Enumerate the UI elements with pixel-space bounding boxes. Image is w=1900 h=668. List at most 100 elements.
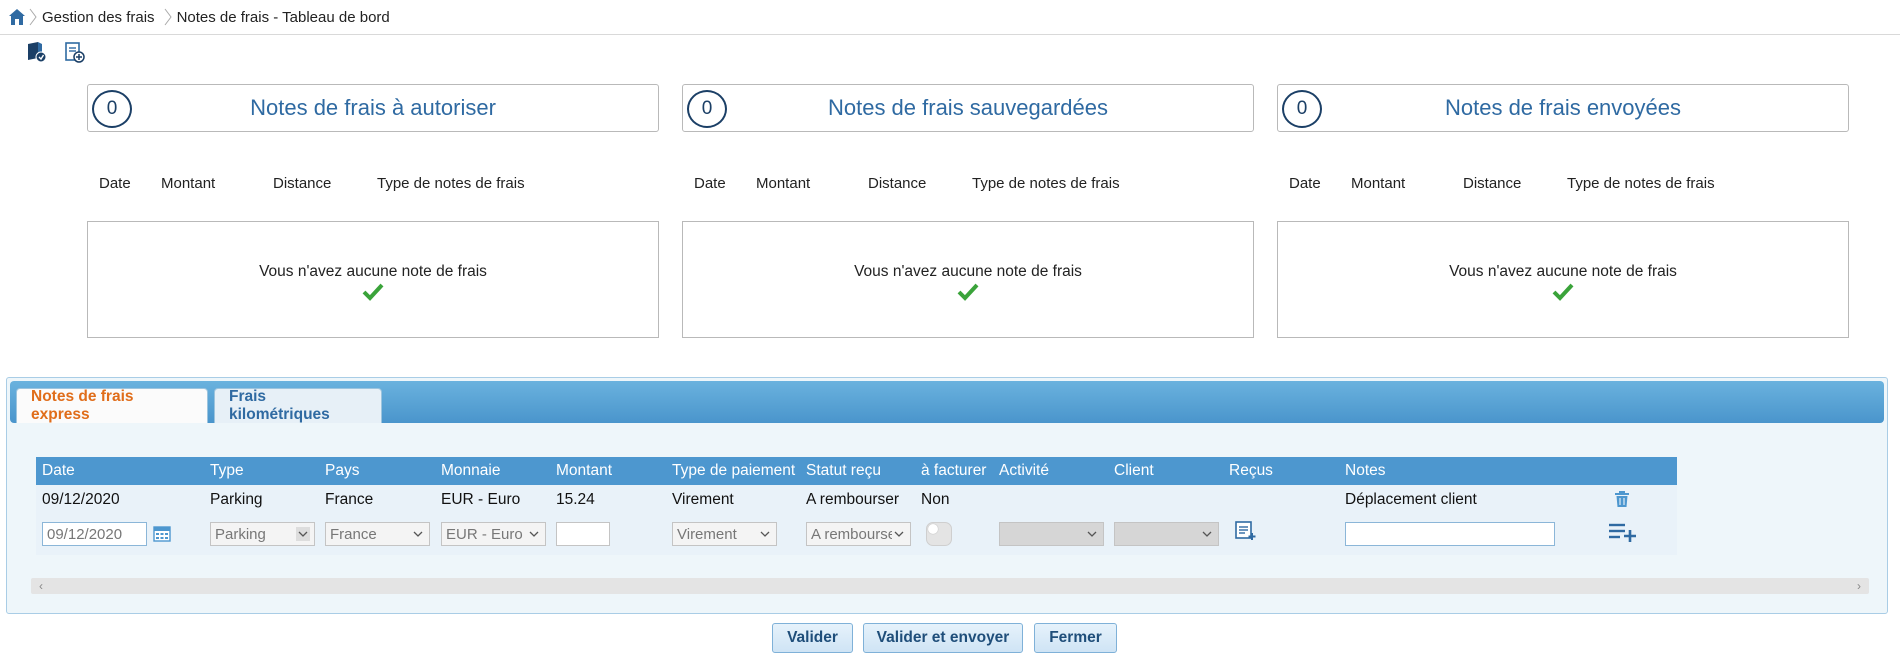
empty-state: Vous n'avez aucune note de frais (682, 221, 1254, 338)
column-header-distance: Distance (868, 175, 927, 192)
card-columns: Date Montant Distance Type de notes de f… (682, 175, 1254, 197)
empty-message: Vous n'avez aucune note de frais (1449, 262, 1677, 280)
card-columns: Date Montant Distance Type de notes de f… (87, 175, 659, 197)
column-header-date: Date (1289, 175, 1321, 192)
client-select[interactable] (1114, 522, 1219, 546)
valider-button[interactable]: Valider (772, 623, 853, 653)
cell-notes: Déplacement client (1345, 491, 1477, 508)
card-header[interactable]: 0 Notes de frais à autoriser (87, 84, 659, 132)
add-receipt-icon[interactable] (1235, 521, 1257, 545)
cell-pays: France (325, 491, 374, 508)
pays-select-value: France (330, 525, 377, 543)
column-header-type: Type de notes de frais (1567, 175, 1715, 192)
cell-type-paiement: Virement (672, 491, 734, 508)
chevron-down-icon (1202, 531, 1212, 537)
grid-header-monnaie[interactable]: Monnaie (441, 457, 500, 485)
type-paiement-select-value: Virement (677, 525, 737, 543)
notes-input[interactable] (1345, 522, 1555, 546)
column-header-montant: Montant (756, 175, 811, 192)
monnaie-select-value: EUR - Euro (446, 525, 523, 543)
scroll-right-icon[interactable]: › (1851, 578, 1867, 594)
breadcrumb: Gestion des frais Notes de frais - Table… (0, 0, 1900, 35)
card-title: Notes de frais sauvegardées (827, 95, 1109, 120)
cell-type: Parking (210, 491, 263, 508)
grid-header-type[interactable]: Type (210, 457, 244, 485)
type-paiement-select[interactable]: Virement (672, 522, 777, 546)
valider-envoyer-button[interactable]: Valider et envoyer (863, 623, 1023, 653)
check-icon (362, 283, 384, 305)
card-title: Notes de frais envoyées (1444, 95, 1682, 120)
type-select[interactable]: Parking (210, 522, 315, 546)
tab-bar: Notes de frais express Frais kilométriqu… (10, 381, 1884, 423)
montant-input[interactable] (556, 522, 610, 546)
check-icon (957, 283, 979, 305)
cell-statut-recu: A rembourser (806, 491, 900, 508)
column-header-distance: Distance (1463, 175, 1522, 192)
monnaie-select[interactable]: EUR - Euro (441, 522, 546, 546)
tab-frais-kilometriques[interactable]: Frais kilométriques (214, 388, 382, 423)
chevron-down-icon (296, 527, 310, 541)
date-input[interactable]: 09/12/2020 (42, 522, 147, 546)
new-entry-row: 09/12/2020 Parking France EUR - Euro Vir… (36, 515, 1677, 555)
card-saved: 0 Notes de frais sauvegardées Date Monta… (682, 84, 1254, 338)
column-header-type: Type de notes de frais (377, 175, 525, 192)
statut-recu-select-value: A rembourser (811, 525, 902, 543)
new-note-icon[interactable] (62, 40, 86, 64)
home-icon[interactable] (6, 6, 28, 28)
grid-header-a-facturer[interactable]: à facturer (921, 457, 986, 485)
grid-header-type-paiement[interactable]: Type de paiement (672, 457, 795, 485)
chevron-down-icon (1087, 531, 1097, 537)
pays-select[interactable]: France (325, 522, 430, 546)
breadcrumb-item-current: Notes de frais - Tableau de bord (176, 8, 390, 26)
calendar-icon[interactable] (153, 524, 171, 548)
breadcrumb-separator-icon (28, 0, 38, 35)
grid-header-client[interactable]: Client (1114, 457, 1154, 485)
chevron-down-icon (892, 527, 906, 541)
column-header-type: Type de notes de frais (972, 175, 1120, 192)
empty-state: Vous n'avez aucune note de frais (87, 221, 659, 338)
card-header[interactable]: 0 Notes de frais envoyées (1277, 84, 1849, 132)
breadcrumb-item[interactable]: Gestion des frais (38, 9, 163, 26)
cell-a-facturer: Non (921, 491, 950, 508)
horizontal-scrollbar[interactable]: ‹ › (31, 578, 1869, 594)
statut-recu-select[interactable]: A rembourser (806, 522, 911, 546)
card-count-badge: 0 (1282, 90, 1322, 128)
cell-monnaie: EUR - Euro (441, 491, 521, 508)
card-columns: Date Montant Distance Type de notes de f… (1277, 175, 1849, 197)
grid-header-statut-recu[interactable]: Statut reçu (806, 457, 881, 485)
receipt-book-icon[interactable] (24, 40, 48, 64)
card-sent: 0 Notes de frais envoyées Date Montant D… (1277, 84, 1849, 338)
activite-select[interactable] (999, 522, 1104, 546)
grid-header-recus[interactable]: Reçus (1229, 457, 1273, 485)
tab-notes-de-frais-express[interactable]: Notes de frais express (16, 388, 208, 423)
card-count-badge: 0 (92, 90, 132, 128)
chevron-down-icon (527, 527, 541, 541)
empty-message: Vous n'avez aucune note de frais (259, 262, 487, 280)
grid-header-activite[interactable]: Activité (999, 457, 1049, 485)
check-icon (1552, 283, 1574, 305)
grid-header-notes[interactable]: Notes (1345, 457, 1386, 485)
chevron-down-icon (413, 531, 423, 537)
fermer-button[interactable]: Fermer (1034, 623, 1117, 653)
card-to-authorize: 0 Notes de frais à autoriser Date Montan… (87, 84, 659, 338)
card-count-badge: 0 (687, 90, 727, 128)
cell-montant: 15.24 (556, 491, 595, 508)
scroll-left-icon[interactable]: ‹ (33, 578, 49, 594)
empty-message: Vous n'avez aucune note de frais (854, 262, 1082, 280)
column-header-distance: Distance (273, 175, 332, 192)
chevron-down-icon (760, 531, 770, 537)
column-header-date: Date (694, 175, 726, 192)
add-row-icon[interactable] (1608, 521, 1636, 545)
type-select-value: Parking (215, 525, 266, 543)
grid-header-montant[interactable]: Montant (556, 457, 612, 485)
cell-date: 09/12/2020 (42, 491, 120, 508)
a-facturer-toggle[interactable] (926, 522, 952, 546)
card-header[interactable]: 0 Notes de frais sauvegardées (682, 84, 1254, 132)
toolbar (24, 40, 86, 64)
column-header-date: Date (99, 175, 131, 192)
expense-entry-panel: Notes de frais express Frais kilométriqu… (6, 377, 1888, 614)
grid-header-date[interactable]: Date (42, 457, 75, 485)
grid-header-pays[interactable]: Pays (325, 457, 359, 485)
breadcrumb-separator-icon (163, 0, 173, 35)
table-row[interactable]: 09/12/2020 Parking France EUR - Euro 15.… (36, 485, 1677, 515)
